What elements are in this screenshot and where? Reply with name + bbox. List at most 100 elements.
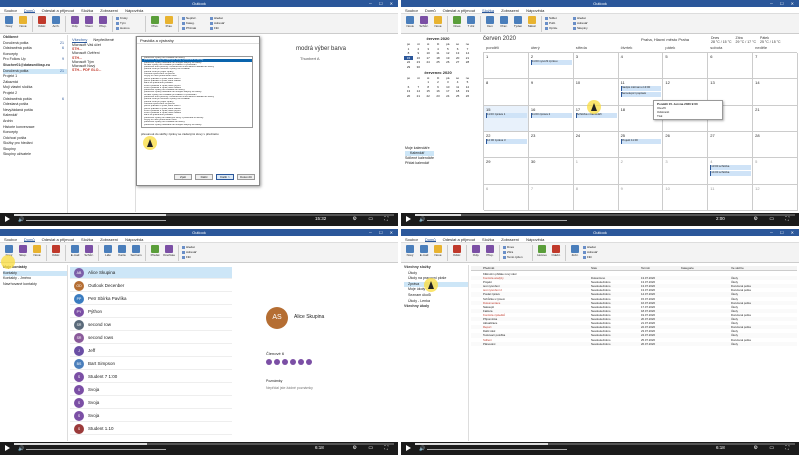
progress-bar[interactable] xyxy=(14,214,394,216)
day-cell[interactable]: 3 xyxy=(573,53,619,80)
day-cell[interactable]: 1 xyxy=(484,53,529,80)
volume-slider[interactable] xyxy=(26,449,166,450)
player-icons[interactable]: ⚙ ▭ ⛶ xyxy=(353,216,394,222)
folder-item[interactable]: Všechny úkoly xyxy=(404,304,468,310)
delete-button[interactable]: Odstr. xyxy=(36,16,48,31)
new-email-button[interactable]: E-mail xyxy=(418,245,430,260)
tab-send-receive[interactable]: Odeslat a přijmout xyxy=(443,236,475,242)
workweek-view-button[interactable]: Prac. xyxy=(498,16,510,31)
people-view-button[interactable]: Lidé xyxy=(102,245,114,260)
rules-list[interactable]: přesunout zprávy od uživatele do složky … xyxy=(141,56,253,128)
play-icon[interactable] xyxy=(5,445,10,451)
day-cell[interactable]: 30 xyxy=(528,158,574,185)
rules-button[interactable]: Prav. xyxy=(163,16,175,31)
tab-file[interactable]: Soubor xyxy=(405,236,418,242)
day-cell[interactable]: 26 xyxy=(663,132,709,159)
window-controls[interactable]: ─ ☐ ✕ xyxy=(770,229,797,236)
add-calendar-link[interactable]: Přidat kalendář xyxy=(405,161,434,166)
day-cell[interactable]: 1 xyxy=(573,158,619,185)
find-group[interactable]: Hledat Adresář Filtr xyxy=(210,16,236,31)
tab-file[interactable]: Soubor xyxy=(405,7,418,13)
contact-row[interactable]: S Svoja xyxy=(70,397,232,409)
tab-view[interactable]: Zobrazení xyxy=(100,7,118,13)
day-cell[interactable]: 7 xyxy=(753,53,798,80)
rule-item[interactable]: přesunout zprávy odeslané do veřejné sku… xyxy=(142,124,252,126)
day-cell[interactable]: 25 xyxy=(618,132,664,159)
member-avatars[interactable] xyxy=(266,359,312,365)
play-icon[interactable] xyxy=(406,216,411,222)
tab-send-receive[interactable]: Odeslat a přijmout xyxy=(42,7,74,13)
calendar-event[interactable]: 11:00 vytvořit zprávu xyxy=(530,60,572,65)
new-items-button[interactable]: Nové xyxy=(432,245,444,260)
tab-home[interactable]: Domů xyxy=(425,7,436,13)
mark-complete-button[interactable]: Hotovo xyxy=(536,245,548,260)
play-icon[interactable] xyxy=(406,445,411,451)
contact-row[interactable]: S Student 1.10 xyxy=(70,423,232,435)
calendar-event[interactable]: 11:00 zpráva 2 xyxy=(530,112,572,118)
forward-contact-button[interactable]: Předat xyxy=(149,245,161,260)
email-button[interactable]: E-mail xyxy=(69,245,81,260)
day-cell[interactable]: 7 xyxy=(528,184,574,211)
new-appointment-button[interactable]: Nová xyxy=(404,16,416,31)
contact-row[interactable]: S Svoja xyxy=(70,410,232,422)
archive-button[interactable]: Arch. xyxy=(50,16,62,31)
tab-help[interactable]: Nápověda xyxy=(526,7,544,13)
calendar-event[interactable]: Samolepící popisek xyxy=(620,92,662,98)
new-items-button[interactable]: Nové xyxy=(31,245,43,260)
tab-home[interactable]: Domů xyxy=(23,7,35,13)
tab-view[interactable]: Zobrazení xyxy=(501,236,519,242)
volume-slider[interactable] xyxy=(26,220,166,221)
calendar-event[interactable]: 11:00 zpráva 1 xyxy=(486,112,527,118)
day-cell[interactable]: 4 xyxy=(618,53,664,80)
col-category[interactable]: Kategorie xyxy=(681,266,731,270)
week-view-button[interactable]: Týden xyxy=(512,16,524,31)
notes-value[interactable]: Nepřidal jste žádné poznámky xyxy=(266,386,313,390)
progress-bar[interactable] xyxy=(415,443,795,445)
day-cell[interactable]: 8 xyxy=(484,79,529,106)
tab-file[interactable]: Soubor xyxy=(4,7,17,13)
day-cell[interactable]: 24 xyxy=(573,132,619,159)
progress-bar[interactable] xyxy=(415,214,795,216)
menu-item-print[interactable]: Tisk xyxy=(657,114,719,118)
message-row[interactable]: STH... PDF GLO... xyxy=(70,68,135,72)
tab-help[interactable]: Nápověda xyxy=(125,7,143,13)
move-button[interactable]: Přes. xyxy=(149,16,161,31)
filter-unread[interactable]: Nepřečtené xyxy=(93,36,114,43)
day-cell[interactable]: 9 xyxy=(528,79,574,106)
col-due[interactable]: Termín xyxy=(641,266,681,270)
forward-button[interactable]: Přep. xyxy=(97,16,109,31)
tab-home[interactable]: Domů xyxy=(23,236,35,242)
day-cell[interactable]: 21 xyxy=(753,105,798,132)
day-cell[interactable]: 5 xyxy=(663,53,709,80)
find-group[interactable]: Hledat Adresář Skupiny xyxy=(573,16,599,31)
calendar-event[interactable]: 12:00 zpráva 3 xyxy=(486,139,527,144)
window-controls[interactable]: ─ ☐ ✕ xyxy=(369,0,396,7)
day-cell[interactable]: 29 xyxy=(484,158,529,185)
day-cell[interactable]: 2 xyxy=(618,158,664,185)
day-cell[interactable]: 6 xyxy=(708,53,754,80)
day-cell[interactable]: 3 xyxy=(663,158,709,185)
progress-bar[interactable] xyxy=(14,443,394,445)
day-cell[interactable]: 12 xyxy=(753,184,798,211)
tab-folder[interactable]: Složka xyxy=(81,236,93,242)
meeting-button[interactable]: Schůz. xyxy=(83,245,95,260)
player-icons[interactable]: ⚙ ▭ ⛶ xyxy=(353,445,394,451)
day-cell[interactable]: 23 xyxy=(528,132,574,159)
window-controls[interactable]: ─ ☐ ✕ xyxy=(770,0,797,7)
today-button[interactable]: Dnes xyxy=(451,16,463,31)
next-days-button[interactable]: 7 dní xyxy=(465,16,477,31)
new-email-button[interactable]: Nový xyxy=(3,16,15,31)
day-cell[interactable]: 16 xyxy=(528,105,574,132)
col-subject[interactable]: Předmět xyxy=(471,266,591,270)
tab-home[interactable]: Domů xyxy=(424,236,436,242)
tab-folder[interactable]: Složka xyxy=(81,7,93,13)
find-group[interactable]: Hledat Adresář Filtr xyxy=(182,245,208,260)
remove-list-button[interactable]: Odebr. xyxy=(550,245,562,260)
day-cell[interactable]: 9 xyxy=(618,184,664,211)
find-group[interactable]: Hledat Adresář Filtr xyxy=(583,245,609,260)
day-cell[interactable]: 5 xyxy=(753,158,798,185)
next2-button[interactable]: Další > xyxy=(216,174,234,180)
contact-row[interactable]: J Jeff xyxy=(70,345,232,357)
tab-view[interactable]: Zobrazení xyxy=(501,7,519,13)
onenote-button[interactable]: OneNote xyxy=(163,245,175,260)
